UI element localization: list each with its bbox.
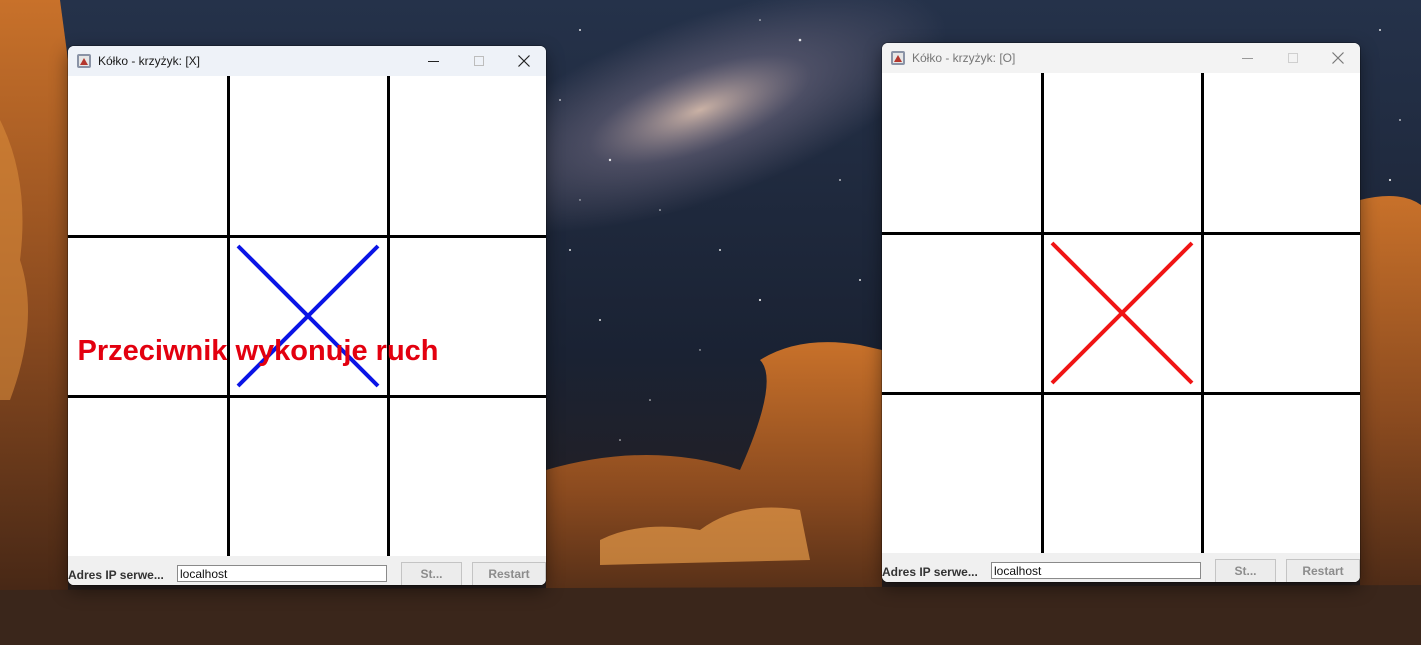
maximize-icon bbox=[1287, 53, 1298, 63]
board-cell[interactable] bbox=[68, 76, 228, 236]
board-cell[interactable] bbox=[228, 236, 388, 396]
window-title: Kółko - krzyżyk: [O] bbox=[912, 51, 1016, 65]
window-title: Kółko - krzyżyk: [X] bbox=[98, 54, 201, 68]
title-bar[interactable]: Kółko - krzyżyk: [O] bbox=[882, 43, 1360, 73]
board-cell[interactable] bbox=[882, 233, 1042, 393]
maximize-icon bbox=[473, 56, 484, 66]
java-app-icon bbox=[891, 51, 905, 65]
board-cell[interactable] bbox=[882, 73, 1042, 233]
maximize-button[interactable] bbox=[456, 46, 501, 76]
game-board: Przeciwnik wykonuje ruch bbox=[68, 76, 546, 556]
close-button[interactable] bbox=[501, 46, 546, 76]
maximize-button[interactable] bbox=[1270, 43, 1315, 73]
board-cell[interactable] bbox=[882, 393, 1042, 553]
board-cell[interactable] bbox=[1042, 393, 1202, 553]
java-app-icon bbox=[77, 54, 91, 68]
game-window-o: Kółko - krzyżyk: [O] Adres IP serwe... l… bbox=[882, 43, 1360, 582]
board-cell[interactable] bbox=[1202, 393, 1360, 553]
connection-bar: Adres IP serwe... St... Restart bbox=[882, 553, 1360, 582]
game-board bbox=[882, 73, 1360, 553]
board-cell[interactable] bbox=[388, 396, 546, 556]
board-cell[interactable] bbox=[228, 396, 388, 556]
minimize-button[interactable] bbox=[1225, 43, 1270, 73]
board-cell[interactable] bbox=[228, 76, 388, 236]
board-cell[interactable] bbox=[68, 396, 228, 556]
board-cell[interactable] bbox=[1202, 73, 1360, 233]
game-window-x: Kółko - krzyżyk: [X] Przeciwnik wykonuje… bbox=[68, 46, 546, 585]
ip-address-input[interactable] bbox=[177, 565, 387, 582]
minimize-icon bbox=[428, 60, 439, 62]
title-bar[interactable]: Kółko - krzyżyk: [X] bbox=[68, 46, 546, 76]
minimize-icon bbox=[1242, 57, 1253, 59]
restart-button[interactable]: Restart bbox=[1286, 559, 1360, 582]
close-icon bbox=[1331, 52, 1344, 64]
board-cell[interactable] bbox=[388, 76, 546, 236]
minimize-button[interactable] bbox=[411, 46, 456, 76]
ip-address-label: Adres IP serwe... bbox=[882, 565, 978, 579]
connection-bar: Adres IP serwe... St... Restart bbox=[68, 556, 546, 585]
board-cell[interactable] bbox=[68, 236, 228, 396]
close-icon bbox=[517, 55, 530, 67]
close-button[interactable] bbox=[1315, 43, 1360, 73]
board-cell[interactable] bbox=[1042, 73, 1202, 233]
start-button[interactable]: St... bbox=[1215, 559, 1276, 582]
board-cell[interactable] bbox=[388, 236, 546, 396]
board-cell[interactable] bbox=[1202, 233, 1360, 393]
start-button[interactable]: St... bbox=[401, 562, 462, 585]
ip-address-label: Adres IP serwe... bbox=[68, 568, 164, 582]
status-message: Przeciwnik wykonuje ruch bbox=[77, 335, 439, 367]
restart-button[interactable]: Restart bbox=[472, 562, 546, 585]
board-cell[interactable] bbox=[1042, 233, 1202, 393]
ip-address-input[interactable] bbox=[991, 562, 1201, 579]
